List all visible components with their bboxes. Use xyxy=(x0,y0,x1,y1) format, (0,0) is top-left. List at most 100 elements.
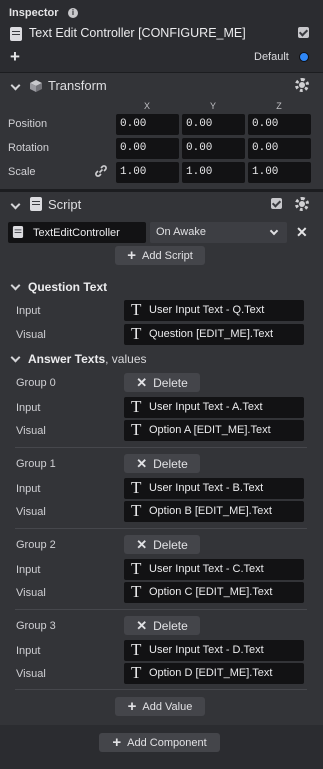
group-input-field[interactable]: T User Input Text - D.Text xyxy=(124,640,304,661)
group-visual-field[interactable]: T Option A [EDIT_ME].Text xyxy=(124,420,304,441)
group-input-value: User Input Text - C.Text xyxy=(149,563,264,575)
transform-settings-gear-icon[interactable] xyxy=(295,78,309,92)
text-component-icon: T xyxy=(131,582,142,601)
remove-script-close-icon[interactable]: ✕ xyxy=(296,224,308,241)
text-component-icon: T xyxy=(131,397,142,416)
script-icon xyxy=(30,197,42,211)
group-visual-label: Visual xyxy=(16,506,46,518)
transform-title[interactable]: Transform xyxy=(48,78,107,93)
group-divider xyxy=(15,689,307,690)
transform-section: Transform X Y Z Position 0.00 0.00 0.00 … xyxy=(0,73,323,189)
scale-z-field[interactable]: 1.00 xyxy=(248,162,311,183)
answers-title: Answer Texts xyxy=(28,352,106,366)
axis-z-label: Z xyxy=(276,101,282,111)
inspector-footer: + Add Component xyxy=(0,725,323,769)
text-component-icon: T xyxy=(131,478,142,497)
delete-label: Delete xyxy=(153,456,188,471)
close-icon: ✕ xyxy=(136,537,148,552)
rotation-z-field[interactable]: 0.00 xyxy=(248,138,311,159)
collapse-chevron-icon[interactable] xyxy=(11,354,19,362)
rotation-label[interactable]: Rotation xyxy=(8,142,49,154)
question-input-field[interactable]: T User Input Text - Q.Text xyxy=(124,300,304,321)
question-visual-field[interactable]: T Question [EDIT_ME].Text xyxy=(124,324,304,345)
position-x-field[interactable]: 0.00 xyxy=(116,114,179,135)
collapse-chevron-icon[interactable] xyxy=(11,82,19,90)
group-visual-field[interactable]: T Option D [EDIT_ME].Text xyxy=(124,663,304,684)
question-input-value: User Input Text - Q.Text xyxy=(149,304,265,316)
delete-label: Delete xyxy=(153,618,188,633)
answers-suffix: , values xyxy=(105,352,147,366)
script-section: Script TextEditController On Awake ✕ + A… xyxy=(0,192,323,725)
add-tag-plus-icon[interactable]: + xyxy=(10,48,20,65)
delete-group-button[interactable]: ✕ Delete xyxy=(124,535,200,554)
chevron-down-icon xyxy=(271,228,278,235)
delete-group-button[interactable]: ✕ Delete xyxy=(124,616,200,635)
group-divider xyxy=(15,447,307,448)
text-component-icon: T xyxy=(131,559,142,578)
group-input-value: User Input Text - B.Text xyxy=(149,482,264,494)
rotation-y-field[interactable]: 0.00 xyxy=(182,138,245,159)
scale-label[interactable]: Scale xyxy=(8,166,36,178)
group-input-field[interactable]: T User Input Text - A.Text xyxy=(124,397,304,418)
add-script-button[interactable]: + Add Script xyxy=(115,246,205,265)
group-visual-field[interactable]: T Option C [EDIT_ME].Text xyxy=(124,582,304,603)
collapse-chevron-icon[interactable] xyxy=(11,201,19,209)
layer-label[interactable]: Default xyxy=(254,51,289,63)
position-y-field[interactable]: 0.00 xyxy=(182,114,245,135)
object-enabled-checkbox[interactable] xyxy=(298,27,309,38)
close-icon: ✕ xyxy=(136,375,148,390)
script-event-select[interactable]: On Awake xyxy=(150,222,287,243)
close-icon: ✕ xyxy=(136,618,148,633)
group-input-field[interactable]: T User Input Text - C.Text xyxy=(124,559,304,580)
collapse-chevron-icon[interactable] xyxy=(11,282,19,290)
inspector-header: Inspector i Text Edit Controller [CONFIG… xyxy=(0,0,323,72)
group-input-label: Input xyxy=(16,564,41,576)
text-component-icon: T xyxy=(131,420,142,439)
plus-icon: + xyxy=(112,734,122,751)
info-icon[interactable]: i xyxy=(68,8,78,18)
question-section-title[interactable]: Question Text xyxy=(28,280,107,294)
position-label[interactable]: Position xyxy=(8,118,47,130)
group-divider xyxy=(15,609,307,610)
group-input-label: Input xyxy=(16,645,41,657)
add-value-button[interactable]: + Add Value xyxy=(115,697,205,716)
rotation-x-field[interactable]: 0.00 xyxy=(116,138,179,159)
scale-y-field[interactable]: 1.00 xyxy=(182,162,245,183)
plus-icon: + xyxy=(127,247,136,264)
group-input-field[interactable]: T User Input Text - B.Text xyxy=(124,478,304,499)
answers-section-title[interactable]: Answer Texts, values xyxy=(28,352,147,366)
text-component-icon: T xyxy=(131,640,142,659)
add-component-label: Add Component xyxy=(127,736,207,749)
script-asset-icon xyxy=(12,226,24,238)
group-label: Group 0 xyxy=(16,377,56,389)
panel-title: Inspector xyxy=(9,7,59,19)
group-label: Group 3 xyxy=(16,620,56,632)
script-enabled-checkbox[interactable] xyxy=(271,198,282,209)
group-visual-value: Option B [EDIT_ME].Text xyxy=(149,505,272,517)
group-divider xyxy=(15,528,307,529)
close-icon: ✕ xyxy=(136,456,148,471)
group-visual-value: Option D [EDIT_ME].Text xyxy=(149,667,273,679)
add-component-button[interactable]: + Add Component xyxy=(99,733,220,752)
script-title[interactable]: Script xyxy=(48,197,81,212)
transform-cube-icon xyxy=(29,79,43,93)
group-label: Group 1 xyxy=(16,458,56,470)
text-component-icon: T xyxy=(131,324,142,343)
delete-group-button[interactable]: ✕ Delete xyxy=(124,454,200,473)
add-script-label: Add Script xyxy=(142,249,193,262)
text-component-icon: T xyxy=(131,663,142,682)
script-settings-gear-icon[interactable] xyxy=(295,197,309,211)
group-input-value: User Input Text - D.Text xyxy=(149,644,264,656)
question-visual-label: Visual xyxy=(16,329,46,341)
scale-x-field[interactable]: 1.00 xyxy=(116,162,179,183)
group-visual-field[interactable]: T Option B [EDIT_ME].Text xyxy=(124,501,304,522)
object-name[interactable]: Text Edit Controller [CONFIGURE_ME] xyxy=(29,26,246,40)
position-z-field[interactable]: 0.00 xyxy=(248,114,311,135)
script-asset-field[interactable]: TextEditController xyxy=(8,222,146,243)
delete-group-button[interactable]: ✕ Delete xyxy=(124,373,200,392)
script-event-value: On Awake xyxy=(156,226,206,238)
question-visual-value: Question [EDIT_ME].Text xyxy=(149,328,274,340)
group-visual-label: Visual xyxy=(16,668,46,680)
group-visual-label: Visual xyxy=(16,425,46,437)
lock-scale-link-icon[interactable] xyxy=(93,163,109,179)
